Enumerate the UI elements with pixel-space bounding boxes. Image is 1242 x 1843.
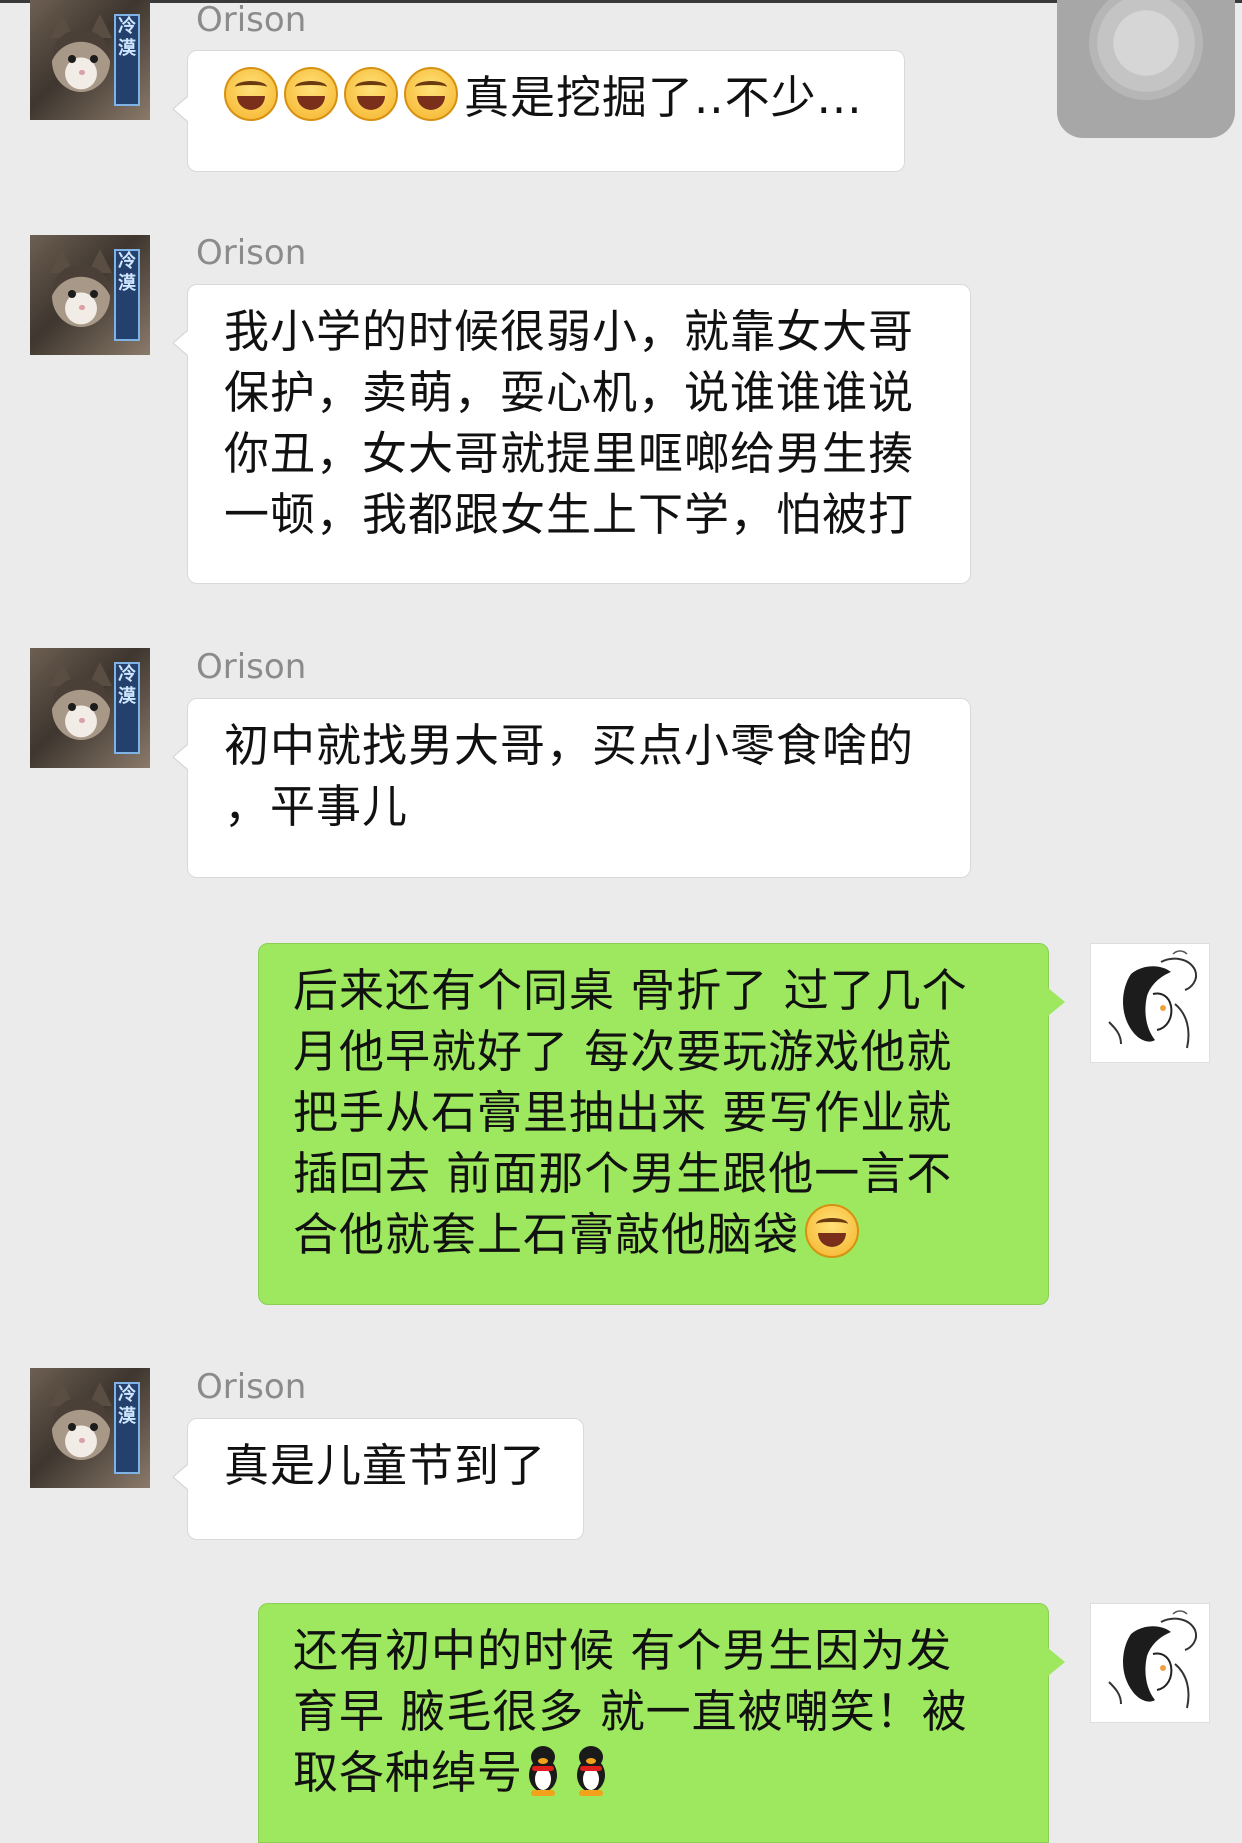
avatar-self[interactable] (1090, 943, 1210, 1063)
qq-penguin-icon (571, 1746, 611, 1796)
cat-nose (79, 305, 85, 310)
chat-bubble-received[interactable]: 真是儿童节到了 (172, 1418, 584, 1540)
cat-eye (68, 1423, 76, 1431)
avatar-tag: 冷漠 (114, 662, 140, 754)
message-text-line: 插回去 前面那个男生跟他一言不 (293, 1147, 953, 1200)
tears-of-joy-emoji-icon (284, 67, 338, 121)
chat-bubble-received[interactable]: 我小学的时候很弱小，就靠女大哥 保护，卖萌，耍心机，说谁谁谁说 你丑，女大哥就提… (172, 284, 971, 584)
qq-penguin-belly (583, 1768, 600, 1790)
message-text: 合他就套上石膏敲他脑袋 (293, 1208, 800, 1261)
cat-eye (90, 1423, 98, 1431)
cat-eye (90, 290, 98, 298)
chat-bubble-received[interactable]: 真是挖掘了..不少... (172, 50, 905, 172)
message-text: 真是挖掘了..不少... (464, 71, 863, 124)
sender-name: Orison (196, 0, 307, 40)
qq-penguin-scarf (532, 1766, 555, 1771)
cat-nose (79, 70, 85, 75)
avatar[interactable]: 冷漠 (30, 648, 150, 768)
message-text-line: ，平事儿 (224, 780, 409, 833)
avatar[interactable]: 冷漠 (30, 1368, 150, 1488)
message-text-line: 我小学的时候很弱小，就靠女大哥 (224, 305, 915, 358)
cat-nose (79, 718, 85, 723)
cat-eye (90, 55, 98, 63)
message-text-line-last: 合他就套上石膏敲他脑袋 (293, 1204, 1020, 1265)
qq-penguin-feet (531, 1790, 556, 1796)
cat-eye (68, 55, 76, 63)
cat-face (52, 30, 110, 92)
message-text-line: 你丑，女大哥就提里哐啷给男生揍 (224, 427, 915, 480)
message-text-line: 后来还有个同桌 骨折了 过了几个 (293, 964, 968, 1017)
cat-face (52, 1398, 110, 1460)
cat-face (52, 265, 110, 327)
message-text: 真是儿童节到了 (224, 1439, 547, 1492)
chat-bubble-sent[interactable]: 后来还有个同桌 骨折了 过了几个 月他早就好了 每次要玩游戏他就 把手从石膏里抽… (258, 943, 1065, 1305)
cat-nose (79, 1438, 85, 1443)
assistive-touch-button[interactable] (1057, 0, 1235, 138)
avatar[interactable]: 冷漠 (30, 235, 150, 355)
qq-penguin-belly (535, 1768, 552, 1790)
chat-bubble-received[interactable]: 初中就找男大哥，买点小零食啥的 ，平事儿 (172, 698, 971, 878)
avatar-tag: 冷漠 (114, 14, 140, 106)
sketch-girl-icon (1108, 950, 1197, 1049)
message-text-line: 月他早就好了 每次要玩游戏他就 (293, 1025, 953, 1078)
message-text-line: 育早 腋毛很多 就一直被嘲笑！被 (293, 1685, 968, 1738)
avatar-tag: 冷漠 (114, 249, 140, 341)
qq-penguin-feet (579, 1790, 604, 1796)
message-text-line: 一顿，我都跟女生上下学，怕被打 (224, 488, 915, 541)
qq-penguin-scarf (580, 1766, 603, 1771)
avatar-self[interactable] (1090, 1603, 1210, 1723)
cat-eye (90, 703, 98, 711)
tears-of-joy-emoji-icon (344, 67, 398, 121)
message-text-line: 还有初中的时候 有个男生因为发 (293, 1624, 953, 1677)
message-text-line: 把手从石膏里抽出来 要写作业就 (293, 1086, 953, 1139)
tears-of-joy-emoji-icon (404, 67, 458, 121)
cat-eye (68, 290, 76, 298)
qq-penguin-icon (523, 1746, 563, 1796)
message-text-line-last: 取各种绰号 (293, 1742, 1020, 1803)
cat-face (52, 678, 110, 740)
tears-of-joy-emoji-icon (224, 67, 278, 121)
sketch-girl-icon (1108, 1610, 1197, 1709)
sender-name: Orison (196, 647, 307, 687)
cat-eye (68, 703, 76, 711)
message-text-line: 初中就找男大哥，买点小零食啥的 (224, 719, 915, 772)
chat-bubble-sent[interactable]: 还有初中的时候 有个男生因为发 育早 腋毛很多 就一直被嘲笑！被 取各种绰号 (258, 1603, 1065, 1843)
assistive-touch-ring-icon (1089, 0, 1203, 100)
message-text: 取各种绰号 (293, 1746, 524, 1799)
sender-name: Orison (196, 1367, 307, 1407)
avatar[interactable]: 冷漠 (30, 0, 150, 120)
sender-name: Orison (196, 233, 307, 273)
qq-penguin-beak (538, 1758, 549, 1764)
tears-of-joy-emoji-icon (805, 1204, 860, 1258)
top-divider (0, 0, 1242, 3)
message-text-line: 保护，卖萌，耍心机，说谁谁谁说 (224, 366, 915, 419)
avatar-tag: 冷漠 (114, 1382, 140, 1474)
qq-penguin-beak (586, 1758, 597, 1764)
